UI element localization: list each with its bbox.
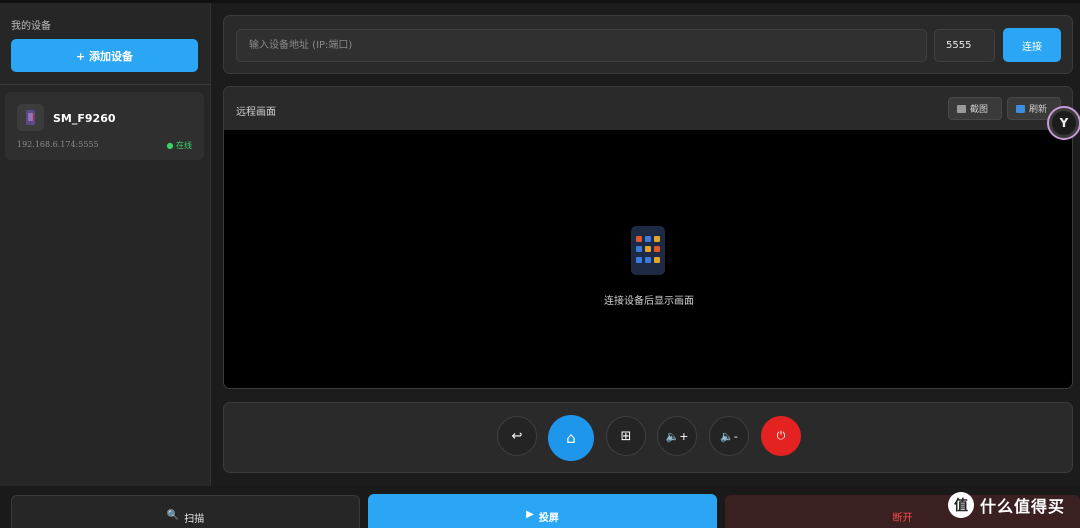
screenshot-button[interactable]: 截图	[948, 97, 1002, 120]
home-button[interactable]: ⌂	[548, 415, 594, 461]
floating-assistant-icon[interactable]: Y	[1047, 106, 1080, 140]
scan-button[interactable]: 🔍 扫描	[11, 495, 360, 528]
device-address-input[interactable]	[236, 29, 927, 62]
sidebar-divider	[0, 84, 210, 85]
power-button[interactable]: ⏻	[761, 416, 801, 456]
sidebar: 我的设备 + 添加设备 SM_F9260 192.168.6.174:5555 …	[0, 3, 211, 486]
home-icon: ⌂	[566, 429, 576, 447]
device-address: 192.168.6.174:5555	[17, 140, 99, 149]
remote-screen-display[interactable]: 连接设备后显示画面	[224, 130, 1072, 388]
volume-up-button[interactable]: 🔈+	[657, 416, 697, 456]
cast-label: 投屏	[538, 513, 559, 524]
search-icon: 🔍	[166, 510, 180, 521]
controls-panel: ↩ ⌂ ⊞ 🔈+ 🔈- ⏻	[223, 402, 1073, 473]
screenshot-label: 截图	[970, 105, 989, 115]
refresh-icon	[1016, 104, 1025, 113]
scan-label: 扫描	[184, 514, 205, 525]
play-icon: ▶	[526, 509, 534, 520]
watermark: 值 什么值得买	[948, 490, 1065, 520]
cast-button[interactable]: ▶ 投屏	[368, 494, 717, 528]
refresh-label: 刷新	[1029, 105, 1048, 115]
volume-down-icon: 🔈-	[720, 429, 738, 443]
phone-icon	[17, 104, 44, 131]
bottom-action-bar: 🔍 扫描 ▶ 投屏 断开	[0, 486, 1080, 528]
power-icon: ⏻	[776, 429, 786, 442]
add-device-button[interactable]: + 添加设备	[11, 39, 198, 72]
port-input[interactable]	[934, 29, 995, 62]
volume-down-button[interactable]: 🔈-	[709, 416, 749, 456]
apps-grid-icon: ⊞	[620, 428, 632, 444]
watermark-logo-icon: 值	[948, 492, 974, 518]
back-button[interactable]: ↩	[497, 416, 537, 456]
phone-placeholder-icon	[631, 226, 665, 275]
watermark-text: 什么值得买	[980, 497, 1066, 516]
volume-up-icon: 🔈+	[665, 429, 689, 443]
back-icon: ↩	[511, 428, 523, 444]
recent-apps-button[interactable]: ⊞	[606, 416, 646, 456]
connect-button[interactable]: 连接	[1003, 28, 1061, 62]
empty-screen-message: 连接设备后显示画面	[604, 296, 694, 307]
device-name: SM_F9260	[53, 112, 116, 125]
camera-icon	[957, 104, 966, 113]
device-card[interactable]: SM_F9260 192.168.6.174:5555 ● 在线	[5, 92, 204, 160]
connection-panel: 连接	[223, 15, 1073, 74]
remote-screen-panel: 远程画面 截图 刷新 连接设备后显示画面	[223, 86, 1073, 389]
screen-title: 远程画面	[236, 107, 276, 118]
sidebar-title: 我的设备	[11, 21, 51, 32]
device-status-badge: ● 在线	[166, 141, 192, 150]
